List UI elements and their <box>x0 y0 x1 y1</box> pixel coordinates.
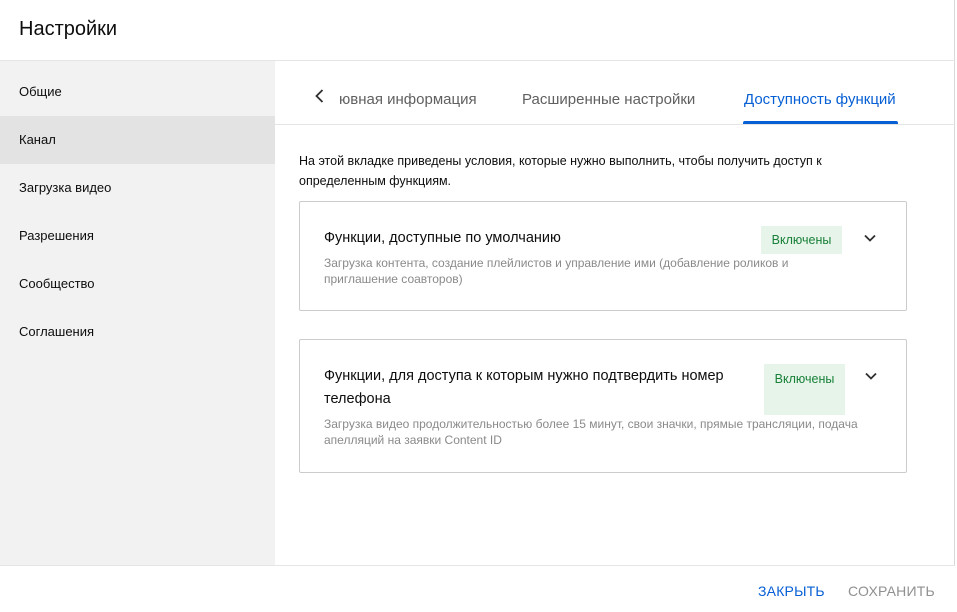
chevron-down-icon[interactable] <box>861 366 881 386</box>
sidebar-item-permissions[interactable]: Разрешения <box>0 212 275 260</box>
status-badge: Включены <box>764 364 845 415</box>
feature-card-title: Функции, для доступа к которым нужно под… <box>324 368 724 407</box>
channel-tabs: ювная информация Расширенные настройки Д… <box>275 61 955 125</box>
tab-feature-eligibility[interactable]: Доступность функций <box>744 91 896 108</box>
feature-card-title: Функции, доступные по умолчанию <box>324 230 561 246</box>
save-button[interactable]: СОХРАНИТЬ <box>848 583 935 599</box>
sidebar-item-upload-defaults[interactable]: Загрузка видео <box>0 164 275 212</box>
feature-card-description: Загрузка контента, создание плейлистов и… <box>324 256 789 286</box>
sidebar-item-community[interactable]: Сообщество <box>0 260 275 308</box>
active-tab-indicator <box>743 121 898 124</box>
settings-sidebar: Общие Канал Загрузка видео Разрешения Со… <box>0 61 275 565</box>
dialog-header: Настройки <box>0 0 955 61</box>
sidebar-item-channel[interactable]: Канал <box>0 116 275 164</box>
feature-card-default[interactable]: Функции, доступные по умолчанию Включены… <box>299 201 907 311</box>
tab-basic-info[interactable]: ювная информация <box>339 91 477 108</box>
feature-card-description: Загрузка видео продолжительностью более … <box>324 417 858 447</box>
sidebar-item-general[interactable]: Общие <box>0 68 275 116</box>
status-badge: Включены <box>761 226 842 254</box>
feature-card-phone-verified[interactable]: Функции, для доступа к которым нужно под… <box>299 339 907 473</box>
settings-content: ювная информация Расширенные настройки Д… <box>275 61 955 565</box>
tab-advanced-settings[interactable]: Расширенные настройки <box>522 91 695 108</box>
dialog-title: Настройки <box>19 18 118 40</box>
chevron-down-icon[interactable] <box>860 228 880 248</box>
close-button[interactable]: ЗАКРЫТЬ <box>758 583 825 599</box>
settings-dialog: Настройки Общие Канал Загрузка видео Раз… <box>0 0 955 612</box>
intro-text: На этой вкладке приведены условия, котор… <box>299 154 822 188</box>
sidebar-item-agreements[interactable]: Соглашения <box>0 308 275 356</box>
dialog-footer: ЗАКРЫТЬ СОХРАНИТЬ <box>0 565 955 612</box>
chevron-left-icon[interactable] <box>309 85 331 107</box>
